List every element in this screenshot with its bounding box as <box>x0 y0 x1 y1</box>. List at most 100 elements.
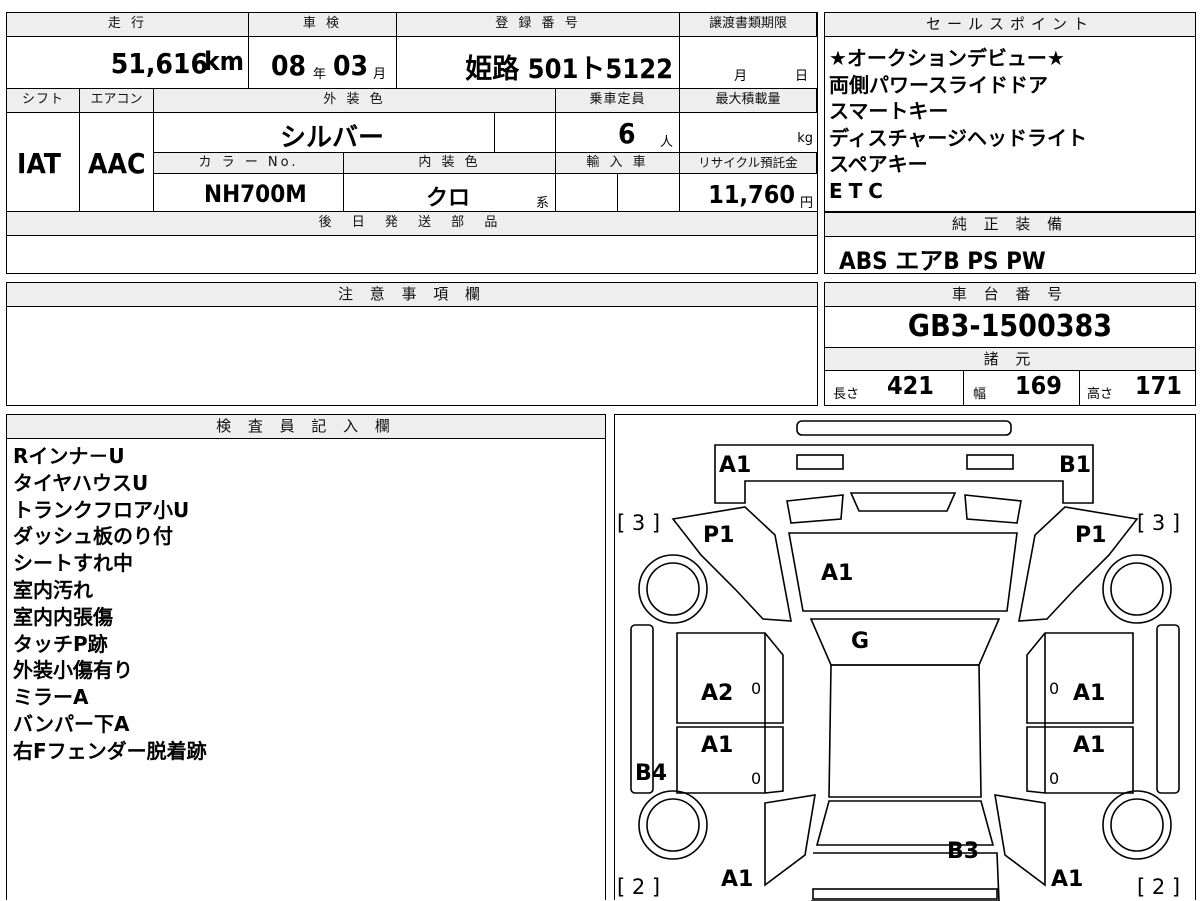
chassis-header: 車 台 番 号 <box>825 283 1195 307</box>
label-left-sill: B4 <box>635 761 668 786</box>
roof <box>828 664 982 798</box>
inspector-line: ミラーA <box>13 685 89 710</box>
later-parts-label: 後 日 発 送 部 品 <box>7 212 817 236</box>
color-no-label: カ ラ ー No. <box>154 153 344 174</box>
car-diagram-block: A1 B1 P1 P1 A1 G A2 A1 A1 A1 B4 B3 A1 A1… <box>614 414 1196 901</box>
tire-mark-rear-left: [ 2 ] <box>617 875 661 899</box>
zero-mark: 0 <box>1049 769 1060 788</box>
exterior-extra-cell <box>495 113 556 153</box>
sales-point-line: ★オークションデビュー★ <box>829 46 1065 70</box>
label-front-bumper-left: A1 <box>719 453 752 478</box>
chassis-number: GB3-1500383 <box>907 309 1113 344</box>
rear-bumper <box>812 888 998 900</box>
car-diagram <box>630 420 1180 901</box>
shaken-month-unit: 月 <box>373 67 387 82</box>
transfer-day: 日 <box>795 69 809 84</box>
grille <box>786 494 1022 524</box>
spec-header: 諸 元 <box>825 347 1195 371</box>
chassis-block: 車 台 番 号 GB3-1500383 諸 元 長さ 421 幅 169 高さ … <box>824 282 1196 406</box>
front-bumper-strip <box>796 420 1012 436</box>
aircon-cell: AAC <box>80 113 154 212</box>
zero-mark: 0 <box>1049 679 1060 698</box>
interior-color-value: クロ <box>426 186 471 211</box>
label-front-bumper-right: B1 <box>1059 453 1092 478</box>
inspector-line: 外装小傷有り <box>13 658 133 683</box>
capacity-cell: 6 人 <box>556 113 680 153</box>
import-cell-2 <box>618 174 680 212</box>
label-left-rear-bumper: A1 <box>721 867 754 892</box>
shaken-label: 車 検 <box>249 13 397 37</box>
mileage-value: 51,616 <box>110 47 208 80</box>
inspector-list: Rインナ－U タイヤハウスU トランクフロア小U ダッシュ板のり付 シートすれ中… <box>13 443 207 765</box>
inspector-line: バンパー下A <box>13 711 130 736</box>
import-label: 輸 入 車 <box>556 153 680 174</box>
right-rear-tire-inner <box>1110 798 1164 852</box>
height-label: 高さ <box>1087 387 1114 402</box>
recycle-value: 11,760 <box>708 180 795 209</box>
right-side-sill <box>1156 624 1180 794</box>
mileage-unit: km <box>204 47 244 77</box>
color-no-value: NH700M <box>204 180 307 208</box>
height-value: 171 <box>1135 371 1182 400</box>
sales-points-list: ★オークションデビュー★ 両側パワースライドドア スマートキー ディスチャージヘ… <box>829 45 1087 204</box>
length-label: 長さ <box>833 387 860 402</box>
interior-color-label: 内 装 色 <box>344 153 556 174</box>
equipment-value: ABS エアB PS PW <box>839 247 1046 275</box>
sales-point-line: スペアキー <box>829 152 928 176</box>
label-left-front-fender: P1 <box>703 523 735 548</box>
interior-color-cell: クロ 系 <box>344 174 556 212</box>
registration-cell: 姫路 501ト5122 <box>397 37 680 89</box>
aircon-value: AAC <box>88 147 146 180</box>
left-front-door <box>676 632 784 724</box>
notes-header: 注 意 事 項 欄 <box>7 283 817 307</box>
max-load-label: 最大積載量 <box>680 89 817 113</box>
label-left-front-door: A2 <box>701 681 734 706</box>
sales-point-line: ETC <box>829 178 889 203</box>
grille-inner <box>849 492 957 512</box>
left-rear-tire <box>638 790 708 860</box>
right-rear-tire <box>1102 790 1172 860</box>
right-front-door <box>1026 632 1134 724</box>
transfer-month: 月 <box>734 69 748 84</box>
inspector-line: タッチP跡 <box>13 631 108 656</box>
inspector-line: Rインナ－U <box>13 444 125 468</box>
equipment-block: 純 正 装 備 ABS エアB PS PW <box>824 212 1196 275</box>
label-right-front-fender: P1 <box>1075 523 1107 548</box>
vehicle-info-block: 走 行 車 検 登 録 番 号 譲渡書類期限 51,616 km 08 年 03… <box>6 12 818 274</box>
shift-cell: IAT <box>7 113 80 212</box>
inspector-line: 室内汚れ <box>13 577 93 602</box>
tire-mark-rear-right: [ 2 ] <box>1137 875 1181 899</box>
inspector-line: シートすれ中 <box>13 551 133 576</box>
recycle-cell: 11,760 円 <box>680 174 817 212</box>
left-rear-fender <box>764 794 816 887</box>
windshield <box>809 618 1001 666</box>
max-load-unit: kg <box>797 131 813 146</box>
label-hood: A1 <box>821 561 854 586</box>
shaken-cell: 08 年 03 月 <box>249 37 397 89</box>
label-windshield: G <box>851 629 870 654</box>
tire-mark-front-left: [ 3 ] <box>617 511 661 535</box>
inspector-line: トランクフロア小U <box>13 497 190 522</box>
equipment-header: 純 正 装 備 <box>825 213 1195 237</box>
spec-height-cell: 高さ 171 <box>1079 371 1195 405</box>
right-front-tire <box>1102 554 1172 624</box>
inspector-block: 検 査 員 記 入 欄 Rインナ－U タイヤハウスU トランクフロア小U ダッシ… <box>6 414 606 900</box>
capacity-unit: 人 <box>660 135 674 150</box>
sales-point-line: スマートキー <box>829 99 949 123</box>
recycle-unit: 円 <box>799 196 813 211</box>
color-no-cell: NH700M <box>154 174 344 212</box>
inspector-line: ダッシュ板のり付 <box>13 524 173 549</box>
front-bumper <box>714 444 1094 504</box>
width-value: 169 <box>1015 371 1062 400</box>
left-front-tire-inner <box>646 562 700 616</box>
recycle-label: リサイクル預託金 <box>680 153 817 174</box>
left-headlight <box>796 454 844 470</box>
capacity-value: 6 <box>618 117 636 150</box>
inspector-line: 右Fフェンダー脱着跡 <box>13 738 207 763</box>
aircon-label: エアコン <box>80 89 154 113</box>
exterior-color-cell: シルバー <box>154 113 495 153</box>
sales-points-header: セールスポイント <box>825 13 1195 37</box>
transfer-cell: 月 日 <box>680 37 817 89</box>
mileage-cell: 51,616 km <box>7 37 249 89</box>
left-front-tire <box>638 554 708 624</box>
